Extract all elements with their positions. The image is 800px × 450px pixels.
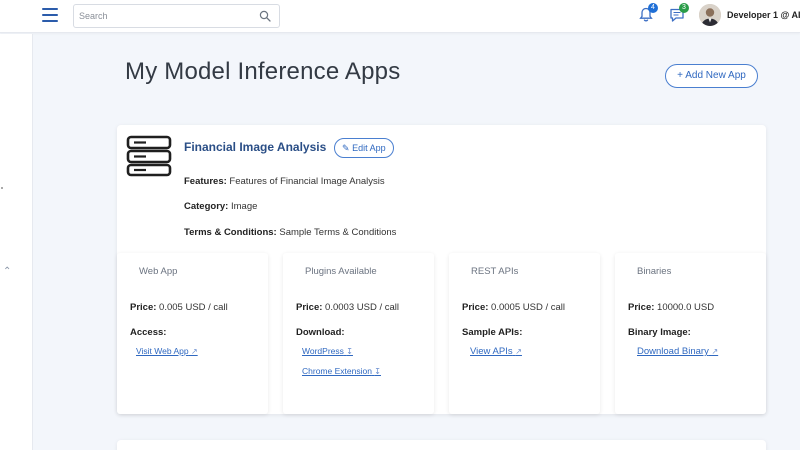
edit-app-button[interactable]: ✎ Edit App (334, 138, 394, 158)
download-icon: ↧ (346, 347, 353, 356)
sidebar: ⌃ (0, 34, 33, 450)
user-photo-icon (699, 4, 721, 26)
price-label: Price: (628, 302, 655, 313)
price-label: Price: (130, 302, 157, 313)
app-name: Financial Image Analysis (184, 140, 327, 154)
panel-price: Price: 10000.0 USD (628, 302, 714, 313)
user-name[interactable]: Developer 1 @ AI (727, 10, 800, 20)
panel-rest-apis: REST APIs Price: 0.0005 USD / call Sampl… (449, 253, 600, 414)
panel-price: Price: 0.0003 USD / call (296, 302, 399, 313)
price-label: Price: (296, 302, 323, 313)
panel-title: Plugins Available (305, 266, 377, 277)
search-icon[interactable] (259, 10, 271, 22)
price-value: 0.005 USD / call (159, 302, 228, 313)
panel-binaries: Binaries Price: 10000.0 USD Binary Image… (615, 253, 766, 414)
features-value: Features of Financial Image Analysis (229, 176, 385, 187)
top-bar: 4 3 Developer 1 @ AI (0, 0, 800, 33)
view-apis-link[interactable]: View APIs ↗ (470, 346, 522, 357)
panel-web-app: Web App Price: 0.005 USD / call Access: … (117, 253, 268, 414)
panel-title: Binaries (637, 266, 672, 277)
price-label: Price: (462, 302, 489, 313)
add-new-app-button[interactable]: + Add New App (665, 64, 758, 88)
server-icon (126, 135, 172, 177)
menu-icon[interactable] (42, 8, 58, 22)
category-value: Image (230, 201, 258, 212)
link-label: Chrome Extension (302, 366, 372, 376)
price-value: 0.0005 USD / call (491, 302, 565, 313)
terms-value: Sample Terms & Conditions (279, 227, 397, 238)
app-card: Financial Image Analysis ✎ Edit App Feat… (117, 125, 766, 414)
terms-line: Terms & Conditions: Sample Terms & Condi… (184, 227, 396, 238)
price-value: 10000.0 USD (657, 302, 715, 313)
link-label: WordPress (302, 346, 344, 356)
terms-label: Terms & Conditions: (184, 227, 277, 238)
search-input[interactable] (74, 5, 244, 27)
price-value: 0.0003 USD / call (325, 302, 399, 313)
pencil-icon: ✎ (342, 143, 350, 153)
panel-price: Price: 0.0005 USD / call (462, 302, 565, 313)
wordpress-link[interactable]: WordPress ↧ (302, 346, 353, 356)
features-line: Features: Features of Financial Image An… (184, 176, 385, 187)
link-label: Visit Web App (136, 346, 189, 356)
panel-title: REST APIs (471, 266, 519, 277)
next-app-card (117, 440, 766, 450)
chevron-up-icon[interactable]: ⌃ (3, 266, 11, 277)
external-link-icon: ↗ (711, 347, 719, 356)
download-binary-link[interactable]: Download Binary ↗ (637, 346, 718, 357)
panel-access-label: Sample APIs: (462, 327, 523, 338)
panel-title: Web App (139, 266, 178, 277)
notifications-button[interactable]: 4 (637, 3, 658, 24)
features-label: Features: (184, 176, 227, 187)
external-link-icon: ↗ (515, 347, 522, 356)
download-icon: ↧ (374, 367, 381, 376)
panel-access-label: Download: (296, 327, 345, 338)
messages-button[interactable]: 3 (668, 3, 689, 24)
chrome-extension-link[interactable]: Chrome Extension ↧ (302, 366, 381, 376)
category-label: Category: (184, 201, 229, 212)
category-line: Category: Image (184, 201, 257, 212)
link-label: View APIs (470, 346, 513, 357)
panel-plugins: Plugins Available Price: 0.0003 USD / ca… (283, 253, 434, 414)
search-box (73, 4, 280, 28)
sidebar-marker (1, 187, 3, 189)
avatar[interactable] (699, 4, 721, 26)
edit-app-label: Edit App (352, 143, 386, 153)
messages-badge: 3 (679, 3, 689, 13)
panel-access-label: Access: (130, 327, 167, 338)
page-title: My Model Inference Apps (125, 58, 401, 85)
notifications-badge: 4 (648, 3, 658, 13)
panel-access-label: Binary Image: (628, 327, 691, 338)
external-link-icon: ↗ (190, 347, 198, 356)
panel-price: Price: 0.005 USD / call (130, 302, 228, 313)
link-label: Download Binary (637, 346, 709, 357)
visit-web-app-link[interactable]: Visit Web App ↗ (136, 346, 198, 356)
offerings-panels: Web App Price: 0.005 USD / call Access: … (117, 253, 766, 414)
